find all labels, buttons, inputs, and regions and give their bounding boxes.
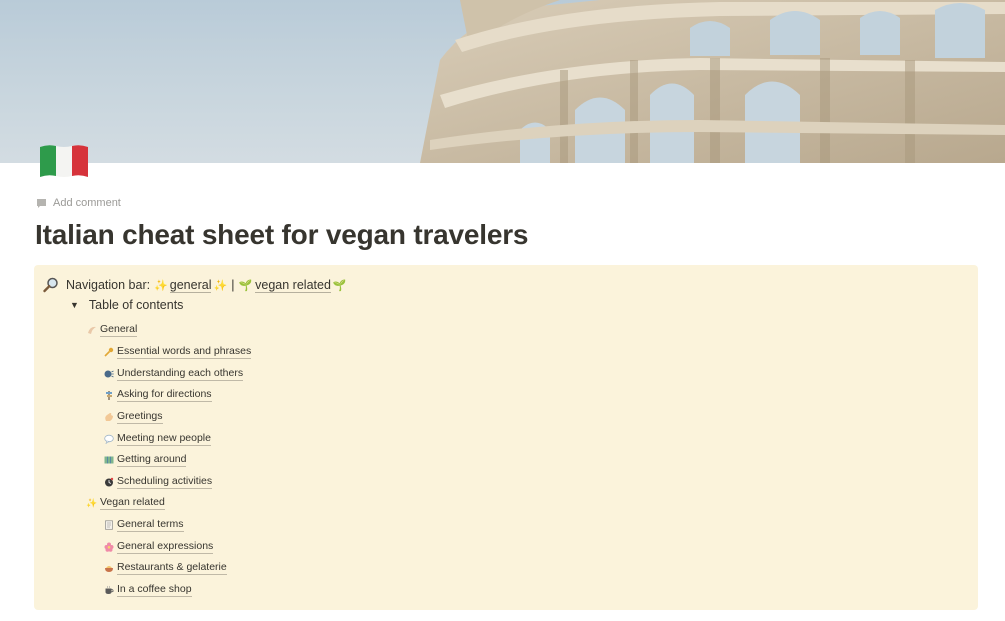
toc-item-label: In a coffee shop (117, 583, 192, 597)
toc-section-vegan-related[interactable]: ✨ Vegan related (86, 496, 165, 510)
key-icon (103, 346, 115, 358)
toc-item-label: Understanding each others (117, 367, 244, 381)
toc-item-label: Getting around (117, 453, 187, 467)
add-comment-button[interactable]: Add comment (36, 197, 121, 209)
seedling-icon: 🌱 (238, 279, 253, 292)
toc-toggle-label: Table of contents (88, 298, 184, 312)
toc-item-label: Scheduling activities (117, 475, 213, 489)
notebook-icon (103, 519, 115, 531)
map-icon (103, 454, 115, 466)
navigation-bar: Navigation bar: ✨ general ✨ | 🌱 vegan re… (42, 276, 347, 294)
page-title[interactable]: Italian cheat sheet for vegan travelers (35, 219, 529, 251)
magnifying-glass-icon (43, 277, 58, 293)
waving-hand-icon (103, 411, 115, 423)
signpost-icon (103, 389, 115, 401)
comment-icon (37, 198, 46, 208)
toc-item-restaurants[interactable]: Restaurants & gelaterie (103, 561, 227, 575)
toc-item-label: Meeting new people (117, 432, 211, 446)
toc-item-scheduling[interactable]: Scheduling activities (103, 475, 213, 489)
seedling-icon: 🌱 (332, 279, 347, 292)
add-comment-label: Add comment (53, 197, 121, 209)
toc-item-label: Asking for directions (117, 388, 212, 402)
toc-item-understanding[interactable]: Understanding each others (103, 367, 244, 381)
coffee-icon (103, 584, 115, 596)
toc-section-label: Vegan related (100, 496, 165, 510)
toc-item-meeting-people[interactable]: Meeting new people (103, 432, 211, 446)
toc-section-general[interactable]: General (86, 323, 138, 337)
toc-item-getting-around[interactable]: Getting around (103, 453, 187, 467)
wave-icon (86, 324, 98, 336)
toc-toggle[interactable]: ▼ Table of contents (70, 298, 183, 312)
toc-item-label: General expressions (117, 540, 214, 554)
nav-link-vegan-related[interactable]: vegan related (255, 278, 331, 293)
toc-item-asking-directions[interactable]: Asking for directions (103, 388, 212, 402)
blossom-icon (103, 541, 115, 553)
toc-item-greetings[interactable]: Greetings (103, 410, 163, 424)
toc-item-label: General terms (117, 518, 184, 532)
colosseum-illustration (420, 0, 1005, 163)
nav-link-general[interactable]: general (169, 278, 212, 293)
toc-item-coffee-shop[interactable]: In a coffee shop (103, 583, 192, 597)
italy-flag-icon[interactable] (38, 142, 90, 180)
toc-item-general-terms[interactable]: General terms (103, 518, 184, 532)
food-icon (103, 562, 115, 574)
nav-separator: | (231, 278, 235, 292)
speech-bubble-icon (103, 433, 115, 445)
triangle-down-icon[interactable]: ▼ (70, 300, 79, 310)
clock-icon (103, 476, 115, 488)
sparkles-icon: ✨ (213, 279, 228, 292)
toc-item-label: Essential words and phrases (117, 345, 252, 359)
toc-item-label: Restaurants & gelaterie (117, 561, 227, 575)
navigation-prefix: Navigation bar: (66, 278, 151, 292)
toc-item-label: Greetings (117, 410, 163, 424)
toc-item-general-expressions[interactable]: General expressions (103, 540, 214, 554)
page-cover-image (0, 0, 1005, 163)
sparkles-icon: ✨ (154, 279, 168, 292)
speaking-head-icon (103, 368, 115, 380)
toc-item-essential-words[interactable]: Essential words and phrases (103, 345, 252, 359)
toc-section-label: General (100, 323, 138, 337)
sparkles-icon: ✨ (86, 497, 98, 508)
